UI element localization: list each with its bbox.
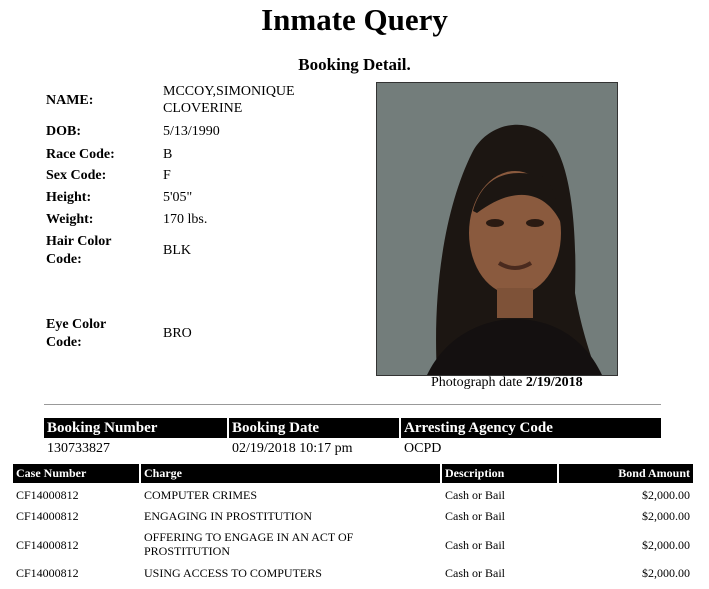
- description-cell: Cash or Bail: [445, 566, 505, 580]
- weight-value: 170 lbs.: [163, 212, 208, 227]
- case-number-cell: CF14000812: [16, 538, 79, 552]
- case-number-cell: CF14000812: [16, 566, 79, 580]
- booking-number-header: Booking Number: [44, 418, 227, 438]
- eye-label-line-2: Code:: [46, 335, 82, 350]
- charge-header: Charge: [141, 464, 440, 483]
- eye-value: BRO: [163, 326, 192, 341]
- description-cell: Cash or Bail: [445, 509, 505, 523]
- arresting-agency-value: OCPD: [404, 441, 442, 456]
- hair-value: BLK: [163, 243, 191, 258]
- bond-amount-cell: $2,000.00: [642, 566, 690, 580]
- dob-value: 5/13/1990: [163, 124, 220, 139]
- booking-date-header: Booking Date: [229, 418, 399, 438]
- booking-photo: [376, 82, 618, 376]
- height-value: 5'05": [163, 190, 193, 205]
- case-number-header: Case Number: [13, 464, 139, 483]
- description-cell: Cash or Bail: [445, 538, 505, 552]
- charge-cell: COMPUTER CRIMES: [144, 488, 258, 502]
- photograph-date-value: 2/19/2018: [525, 375, 583, 390]
- charge-cell: USING ACCESS TO COMPUTERS: [144, 566, 322, 580]
- bond-amount-cell: $2,000.00: [642, 509, 690, 523]
- hair-label-line-1: Hair Color: [46, 234, 112, 249]
- bond-amount-cell: $2,000.00: [642, 488, 690, 502]
- description-cell: Cash or Bail: [445, 488, 505, 502]
- photograph-date-label: Photograph date: [431, 375, 523, 390]
- page-title: Inmate Query: [261, 2, 448, 37]
- bond-amount-header: Bond Amount: [559, 464, 693, 483]
- booking-date-value: 02/19/2018 10:17 pm: [232, 441, 353, 456]
- page-subtitle: Booking Detail.: [298, 55, 411, 74]
- name-label: NAME:: [46, 93, 94, 108]
- charge-cell: ENGAGING IN PROSTITUTION: [144, 509, 312, 523]
- bond-amount-cell: $2,000.00: [642, 538, 690, 552]
- description-header: Description: [442, 464, 557, 483]
- booking-number-value: 130733827: [47, 441, 110, 456]
- race-label: Race Code:: [46, 147, 115, 162]
- hair-label-line-2: Code:: [46, 252, 82, 267]
- case-number-cell: CF14000812: [16, 509, 79, 523]
- photograph-date-caption: Photograph date 2/19/2018: [431, 375, 583, 391]
- name-line-2: CLOVERINE: [163, 101, 243, 116]
- sex-value: F: [163, 168, 171, 183]
- eye-label-line-1: Eye Color: [46, 317, 107, 332]
- race-value: B: [163, 147, 173, 162]
- charge-cell-continued: PROSTITUTION: [144, 544, 230, 558]
- arresting-agency-header: Arresting Agency Code: [401, 418, 661, 438]
- height-label: Height:: [46, 190, 92, 205]
- case-number-cell: CF14000812: [16, 488, 79, 502]
- sex-label: Sex Code:: [46, 168, 107, 183]
- weight-label: Weight:: [46, 212, 94, 227]
- name-line-1: MCCOY,SIMONIQUE: [163, 84, 295, 99]
- dob-label: DOB:: [46, 124, 81, 139]
- charge-cell: OFFERING TO ENGAGE IN AN ACT OF: [144, 530, 354, 544]
- booking-photo-illustration: [377, 83, 617, 375]
- section-divider: [44, 404, 661, 405]
